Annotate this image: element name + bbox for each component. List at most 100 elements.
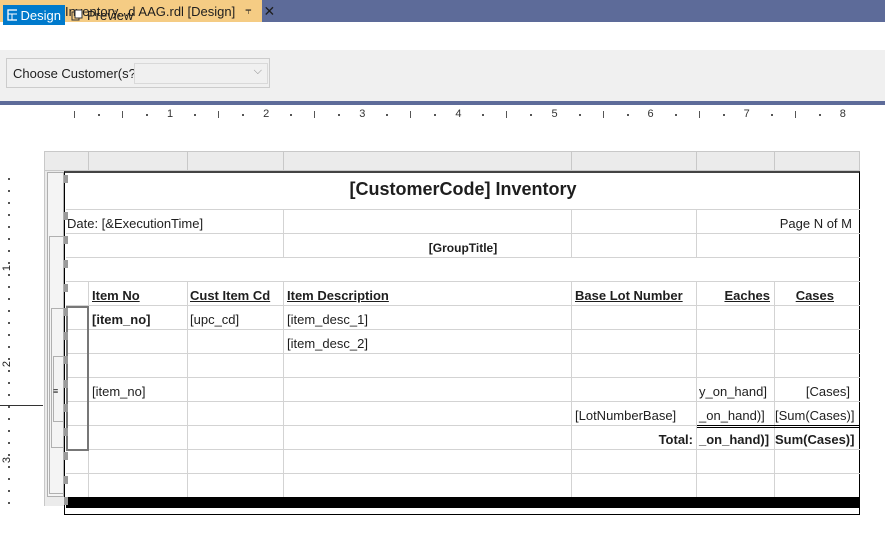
ruler-number: 3 — [1, 456, 14, 464]
group-cases[interactable]: [Cases] — [775, 384, 850, 400]
row-handle-marker[interactable] — [64, 380, 68, 388]
ruler-tick — [8, 190, 10, 192]
ruler-tick — [386, 114, 389, 116]
column-handle-divider — [283, 151, 284, 171]
report-title[interactable]: [CustomerCode] Inventory — [66, 179, 860, 199]
column-handle-divider — [774, 151, 775, 171]
row-handle-marker[interactable] — [64, 236, 68, 244]
row-handle-marker[interactable] — [64, 308, 68, 316]
ruler-tick — [626, 114, 629, 116]
ruler-number: 2 — [263, 108, 270, 120]
ruler-tick — [8, 442, 10, 444]
row-handle-marker[interactable] — [64, 175, 68, 183]
column-handle-divider — [88, 151, 89, 171]
ruler-tick — [8, 298, 10, 300]
ruler-tick — [674, 114, 677, 116]
row-handle-marker[interactable] — [64, 260, 68, 268]
vertical-ruler: 1 2 3 — [0, 172, 16, 512]
ruler-tick — [98, 114, 101, 116]
row-line — [66, 473, 860, 474]
ruler-position-marker — [0, 405, 43, 406]
ruler-tick — [578, 114, 581, 116]
ruler-number: 1 — [1, 264, 14, 272]
execution-time-textbox[interactable]: Date: [&ExecutionTime] — [67, 216, 203, 232]
header-item-no[interactable]: Item No — [92, 288, 140, 304]
close-icon[interactable]: ✕ — [263, 3, 275, 20]
ruler-tick — [482, 114, 485, 116]
total-sum-cases[interactable]: Sum(Cases)] — [775, 432, 854, 448]
ruler-tick — [314, 111, 316, 118]
splitter-bar[interactable] — [0, 101, 885, 105]
ruler-number: 3 — [359, 108, 366, 120]
ruler-tick — [8, 274, 10, 276]
preview-tab[interactable]: Preview — [67, 5, 137, 25]
row-handle-marker[interactable] — [64, 212, 68, 220]
customer-parameter-select[interactable]: ⌵ — [134, 63, 268, 84]
row-handle-marker[interactable] — [64, 404, 68, 412]
row-line — [66, 281, 860, 282]
column-line — [187, 281, 188, 497]
ruler-number: 2 — [1, 360, 14, 368]
row-line — [66, 209, 860, 210]
row-line — [66, 305, 860, 306]
design-tab[interactable]: Design — [3, 5, 65, 25]
horizontal-ruler: 1 2 3 4 5 6 7 8 — [66, 108, 861, 123]
design-tab-label: Design — [20, 7, 61, 23]
ruler-number: 5 — [551, 108, 558, 120]
ruler-tick — [194, 114, 197, 116]
row-handle-marker[interactable] — [64, 497, 68, 505]
row-handle-marker[interactable] — [64, 452, 68, 460]
ruler-tick — [410, 111, 412, 118]
ruler-tick — [770, 114, 773, 116]
row-handle-marker[interactable] — [64, 476, 68, 484]
ruler-tick — [8, 214, 10, 216]
lot-sum-cases[interactable]: [Sum(Cases)] — [775, 408, 854, 424]
row-line — [66, 257, 860, 258]
ruler-tick — [8, 322, 10, 324]
customer-parameter-label: Choose Customer(s?) — [13, 66, 141, 81]
row-handle-marker[interactable] — [64, 356, 68, 364]
ruler-tick — [8, 466, 10, 468]
ruler-tick — [8, 346, 10, 348]
ruler-tick — [530, 114, 533, 116]
row-handle-marker[interactable] — [64, 332, 68, 340]
ruler-tick — [8, 370, 10, 372]
ruler-number: 6 — [647, 108, 654, 120]
column-handles[interactable] — [44, 151, 860, 171]
ruler-tick — [8, 226, 10, 228]
selection-rectangle[interactable] — [66, 306, 89, 451]
lot-number-base[interactable]: [LotNumberBase] — [575, 408, 676, 424]
header-eaches[interactable]: Eaches — [697, 288, 770, 304]
ruler-tick — [602, 111, 604, 118]
ruler-tick — [8, 454, 10, 456]
footer-rule-line[interactable] — [66, 497, 860, 508]
page-number-textbox[interactable]: Page N of M — [697, 216, 852, 232]
ruler-tick — [8, 490, 10, 492]
ruler-tick — [434, 114, 437, 116]
detail-item-no[interactable]: [item_no] — [92, 312, 151, 328]
total-label[interactable]: Total: — [575, 432, 693, 448]
ruler-tick — [8, 250, 10, 252]
total-qty-on-hand[interactable]: _on_hand)] — [699, 432, 769, 448]
ruler-tick — [818, 114, 821, 116]
header-item-description[interactable]: Item Description — [287, 288, 389, 304]
group-qty-on-hand[interactable]: y_on_hand] — [699, 384, 767, 400]
ruler-tick — [8, 286, 10, 288]
ruler-tick — [794, 111, 796, 118]
ruler-number: 7 — [743, 108, 750, 120]
detail-item-desc-2[interactable]: [item_desc_2] — [287, 336, 368, 352]
header-base-lot-number[interactable]: Base Lot Number — [575, 288, 683, 304]
row-handle-marker[interactable] — [64, 284, 68, 292]
detail-item-desc-1[interactable]: [item_desc_1] — [287, 312, 368, 328]
pin-icon[interactable]: ⫧ — [245, 5, 251, 18]
lot-qty-on-hand[interactable]: _on_hand)] — [699, 408, 765, 424]
ruler-tick — [8, 262, 10, 264]
detail-upc-cd[interactable]: [upc_cd] — [190, 312, 239, 328]
header-cust-item-cd[interactable]: Cust Item Cd — [190, 288, 270, 304]
group-item-no[interactable]: [item_no] — [92, 384, 145, 400]
header-cases[interactable]: Cases — [775, 288, 834, 304]
row-handle-marker[interactable] — [64, 428, 68, 436]
group-title-textbox[interactable]: [GroupTitle] — [66, 240, 860, 256]
ruler-tick — [698, 111, 700, 118]
preview-icon — [71, 9, 83, 21]
